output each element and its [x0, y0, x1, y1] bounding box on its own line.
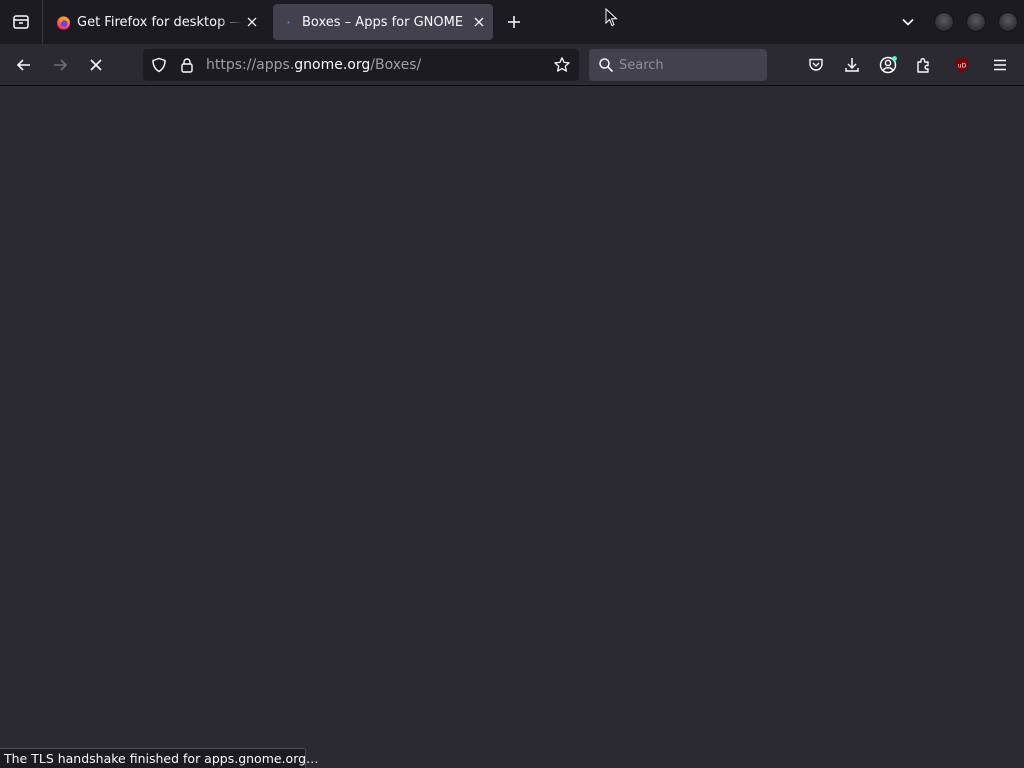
tab-separator: [42, 0, 43, 44]
url-path: /Boxes/: [370, 57, 422, 73]
url-host: gnome.org: [294, 57, 371, 73]
chevron-down-icon: [902, 18, 914, 26]
puzzle-piece-icon: [917, 58, 929, 73]
tab-title: Get Firefox for desktop — Mozilla: [77, 15, 242, 30]
account-button[interactable]: [874, 51, 902, 79]
ublock-origin-button[interactable]: uD: [948, 51, 976, 79]
navigation-toolbar: https://apps.gnome.org/Boxes/ Search uD: [0, 44, 1024, 86]
search-input[interactable]: [619, 55, 759, 75]
firefox-logo-icon: [56, 16, 71, 30]
extensions-button[interactable]: [910, 51, 938, 79]
stop-icon: [90, 59, 102, 71]
status-panel: The TLS handshake finished for apps.gnom…: [0, 748, 319, 768]
mouse-cursor-icon: [605, 8, 618, 27]
close-window-button[interactable]: [998, 12, 1018, 32]
search-icon: [599, 58, 614, 73]
close-tab-icon[interactable]: [471, 14, 487, 30]
lock-icon[interactable]: [179, 57, 195, 73]
pocket-button[interactable]: [802, 51, 830, 79]
arrow-right-icon: [54, 59, 68, 71]
maximize-window-button[interactable]: [966, 12, 986, 32]
downloads-button[interactable]: [838, 51, 866, 79]
list-all-tabs-button[interactable]: [896, 10, 920, 34]
arrow-left-icon: [16, 59, 30, 71]
stop-loading-button[interactable]: [82, 51, 110, 79]
application-menu-button[interactable]: [986, 51, 1014, 79]
back-button[interactable]: [10, 51, 38, 79]
page-content-area: [0, 87, 1024, 768]
bookmark-star-icon[interactable]: [553, 56, 571, 74]
url-prefix: https://apps.: [206, 57, 295, 73]
tab-boxes-active[interactable]: Boxes – Apps for GNOME: [273, 4, 493, 40]
plus-icon: [508, 16, 520, 28]
pocket-icon: [809, 58, 823, 71]
firefox-view-button[interactable]: [0, 0, 42, 44]
search-bar[interactable]: [589, 49, 767, 81]
address-bar[interactable]: https://apps.gnome.org/Boxes/: [143, 49, 579, 81]
firefox-view-icon: [13, 15, 29, 29]
close-tab-icon[interactable]: [244, 14, 260, 30]
account-icon: [879, 56, 897, 74]
minimize-window-button[interactable]: [934, 12, 954, 32]
tab-strip: Get Firefox for desktop — Mozilla Boxes …: [0, 0, 1024, 44]
tracking-protection-shield-icon[interactable]: [151, 57, 167, 73]
svg-text:uD: uD: [958, 63, 967, 70]
url-text[interactable]: https://apps.gnome.org/Boxes/: [206, 56, 421, 74]
download-icon: [845, 58, 859, 72]
hamburger-menu-icon: [994, 59, 1006, 71]
new-tab-button[interactable]: [502, 10, 526, 34]
tab-title: Boxes – Apps for GNOME: [302, 15, 464, 30]
loading-spinner-icon: [287, 21, 290, 24]
tab-get-firefox[interactable]: Get Firefox for desktop — Mozilla: [48, 4, 266, 40]
ublock-origin-icon: uD: [955, 57, 969, 73]
forward-button[interactable]: [46, 51, 74, 79]
